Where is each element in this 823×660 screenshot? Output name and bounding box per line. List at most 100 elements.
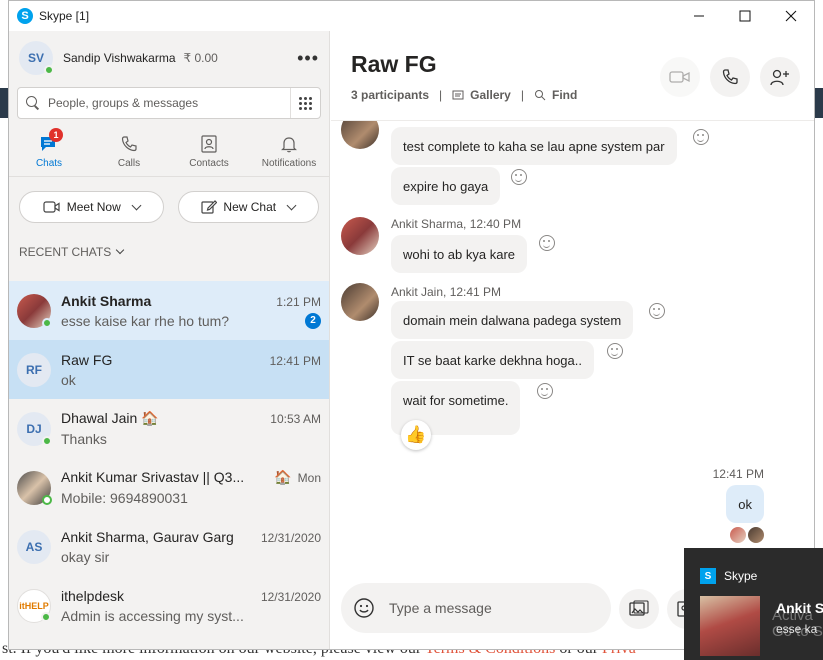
sender-avatar[interactable] [341, 283, 379, 321]
action-buttons: Meet Now New Chat [9, 177, 329, 233]
tab-calls[interactable]: Calls [89, 127, 169, 176]
toast-sender-photo [700, 596, 760, 656]
presence-online-icon [44, 65, 54, 75]
chat-item-dhawal-jain[interactable]: DJ Dhawal Jain 🏠 10:53 AM Thanks [9, 399, 329, 458]
tab-contacts-label: Contacts [189, 158, 229, 169]
presence-online-icon [42, 494, 52, 505]
profile-bar: SV Sandip Vishwakarma ₹ 0.00 ••• [9, 31, 329, 85]
add-reaction-icon[interactable] [539, 235, 555, 251]
minimize-button[interactable] [676, 1, 722, 31]
add-reaction-icon[interactable] [693, 129, 709, 145]
chat-time: 12/31/2020 [260, 530, 321, 545]
chat-item-ithelpdesk[interactable]: itHELP ithelpdesk 12/31/2020 Admin is ac… [9, 576, 329, 635]
meet-now-label: Meet Now [66, 200, 121, 214]
compose-icon [201, 200, 218, 214]
presence-online-icon [42, 317, 52, 328]
message-composer[interactable] [341, 583, 611, 633]
add-person-icon [770, 69, 789, 86]
chat-time: 1:21 PM [276, 294, 321, 309]
search-icon [26, 96, 40, 110]
chat-item-group-ankit-gaurav[interactable]: AS Ankit Sharma, Gaurav Garg 12/31/2020 … [9, 517, 329, 576]
profile-initials: SV [27, 51, 44, 65]
maximize-icon [739, 10, 751, 22]
chevron-down-icon [286, 200, 297, 210]
chat-list: Ankit Sharma 1:21 PM esse kaise kar rhe … [9, 281, 329, 649]
title-bar: S Skype [1] [9, 1, 814, 31]
message-bubble[interactable]: wohi to ab kya kare [391, 235, 528, 273]
notification-toast[interactable]: S Skype Ankit S esse ka [684, 548, 823, 660]
profile-name[interactable]: Sandip Vishwakarma [63, 51, 176, 65]
video-camera-icon [43, 201, 60, 213]
close-button[interactable] [768, 1, 814, 31]
skype-credit[interactable]: ₹ 0.00 [184, 51, 218, 65]
gallery-icon [452, 90, 464, 100]
my-message-bubble[interactable]: ok [726, 485, 764, 523]
chat-name: Raw FG [61, 351, 113, 368]
call-buttons [660, 57, 800, 97]
tab-contacts[interactable]: Contacts [169, 127, 249, 176]
gallery-link[interactable]: Gallery [470, 88, 511, 102]
message-bubble[interactable]: test complete to kaha se lau apne system… [391, 127, 677, 165]
dialpad-button[interactable] [290, 88, 320, 118]
dialpad-icon [299, 96, 312, 110]
house-emoji-icon: 🏠 [141, 410, 159, 426]
message-input[interactable] [389, 600, 611, 616]
video-call-button[interactable] [660, 57, 700, 97]
sender-avatar[interactable] [341, 121, 379, 149]
read-receipts [730, 527, 764, 543]
add-reaction-icon[interactable] [607, 343, 623, 359]
profile-avatar[interactable]: SV [19, 41, 54, 75]
chevron-down-icon [131, 200, 142, 210]
chevron-down-icon [115, 245, 125, 255]
chat-item-ankit-sharma[interactable]: Ankit Sharma 1:21 PM esse kaise kar rhe … [9, 281, 329, 340]
emoji-icon [354, 598, 374, 618]
toast-app-name: Skype [724, 569, 758, 583]
message-bubble[interactable]: domain mein dalwana padega system [391, 301, 634, 339]
more-options-button[interactable]: ••• [297, 48, 319, 69]
find-link[interactable]: Find [552, 88, 577, 102]
tab-chats[interactable]: 1 Chats [9, 127, 89, 176]
chat-preview: Admin is accessing my syst... [61, 607, 244, 624]
tab-calls-label: Calls [117, 158, 141, 169]
chat-name: Ankit Sharma, Gaurav Garg [61, 528, 234, 545]
chat-name: ithelpdesk [61, 587, 125, 604]
sidebar: SV Sandip Vishwakarma ₹ 0.00 ••• 1 [9, 31, 330, 649]
avatar: DJ [17, 411, 52, 446]
message-bubble[interactable]: IT se baat karke dekhna hoga.. [391, 341, 594, 379]
recent-chats-label: RECENT CHATS [19, 245, 112, 259]
audio-call-button[interactable] [710, 57, 750, 97]
message-bubble[interactable]: expire ho gaya [391, 167, 501, 205]
background-nav-bar-right [815, 88, 823, 118]
chat-time: 12:41 PM [269, 353, 321, 368]
chat-item-ankit-kumar-srivastav[interactable]: Ankit Kumar Srivastav || Q3... 🏠 Mon Mob… [9, 458, 329, 517]
recent-chats-header[interactable]: RECENT CHATS [9, 233, 329, 265]
chat-time: Mon [297, 471, 321, 485]
chat-item-raw-fg[interactable]: RF Raw FG 12:41 PM ok [9, 340, 329, 399]
tab-notifications[interactable]: Notifications [249, 127, 329, 176]
message-sender: Ankit Sharma, 12:40 PM [391, 217, 522, 231]
add-reaction-icon[interactable] [511, 169, 527, 185]
participants-link[interactable]: 3 participants [351, 88, 429, 102]
maximize-button[interactable] [722, 1, 768, 31]
add-people-button[interactable] [760, 57, 800, 97]
chat-preview: esse kaise kar rhe ho tum? [61, 312, 230, 329]
avatar: itHELP [17, 588, 51, 623]
add-reaction-icon[interactable] [537, 383, 553, 399]
message-list: test complete to kaha se lau apne system… [331, 121, 814, 579]
thumbs-up-reaction[interactable]: 👍 [401, 420, 431, 450]
chat-time: 10:53 AM [270, 412, 321, 426]
meet-now-button[interactable]: Meet Now [19, 191, 164, 223]
sender-avatar[interactable] [341, 217, 379, 255]
new-chat-button[interactable]: New Chat [177, 191, 319, 223]
search-input[interactable] [48, 96, 290, 110]
send-media-button[interactable] [619, 589, 659, 629]
window-title: Skype [1] [39, 9, 90, 23]
avatar: RF [17, 352, 51, 387]
close-icon [785, 10, 797, 22]
chat-preview: okay sir [61, 548, 110, 565]
chat-preview: Mobile: 9694890031 [61, 490, 188, 506]
main-tabs: 1 Chats Calls Contacts Notifications [9, 127, 329, 177]
add-reaction-icon[interactable] [649, 303, 665, 319]
house-emoji-icon: 🏠 [274, 469, 292, 485]
search-box[interactable] [17, 87, 321, 119]
